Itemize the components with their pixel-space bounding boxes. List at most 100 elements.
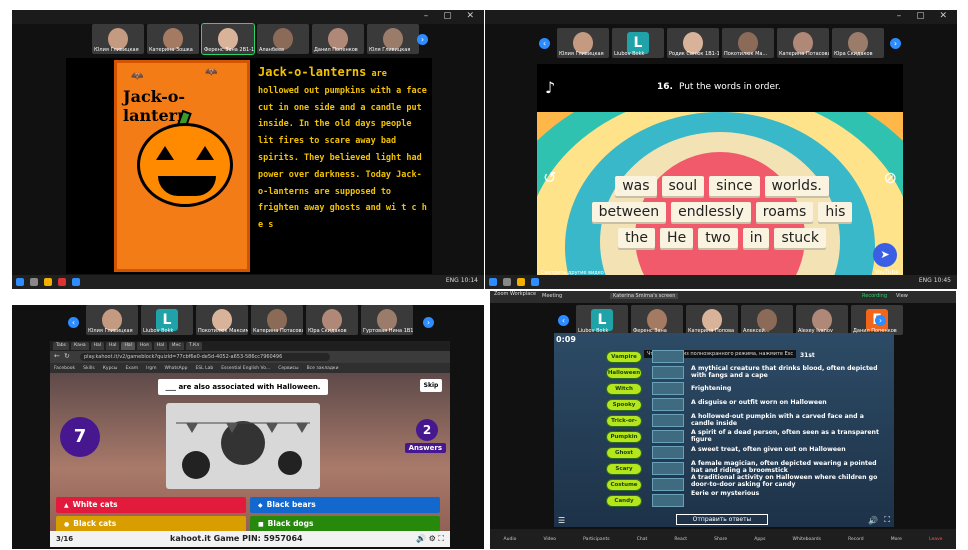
folder-icon[interactable] (44, 278, 52, 286)
participant-tile[interactable]: Родик Санюк 1В1-1... (667, 28, 719, 58)
participant-tile[interactable]: Катерина Зошка (147, 24, 199, 54)
search-icon[interactable] (503, 278, 511, 286)
draggable-word[interactable]: Vampire (606, 351, 642, 363)
drop-slot[interactable] (652, 366, 684, 379)
participant-tile[interactable]: Гуртовая Нина 1В1-1... (361, 305, 413, 335)
windows-start-icon[interactable] (489, 278, 497, 286)
footer-controls-icon[interactable]: 🔊 ⚙ ⛶ (416, 534, 444, 544)
menu-icon[interactable]: ☰ (558, 516, 565, 525)
reload-icon[interactable]: ↻ (64, 352, 70, 360)
view-menu[interactable]: View (896, 293, 908, 299)
participant-tile[interactable]: Юля Гливицкая (367, 24, 419, 54)
fullscreen-icon[interactable]: ⛶ (884, 515, 890, 525)
participant-tile[interactable]: Катерина Потасова (777, 28, 829, 58)
word-tile[interactable]: worlds. (764, 176, 829, 196)
participant-tile[interactable]: Юлия Гливицкая (92, 24, 144, 54)
zoom-icon[interactable] (72, 278, 80, 286)
browser-tab[interactable]: Наl (153, 342, 168, 350)
music-note-icon[interactable]: ♪ (545, 78, 555, 97)
prev-page-icon[interactable]: ‹ (68, 317, 79, 328)
draggable-word[interactable]: Trick-or-treat (606, 415, 642, 435)
drop-slot[interactable] (652, 414, 684, 427)
participant-tile[interactable]: Юлия Гливицкая (86, 305, 138, 335)
word-tile[interactable]: was (615, 176, 657, 196)
toolbar-button[interactable]: Chat (637, 537, 648, 542)
send-button[interactable]: ➤ (873, 243, 897, 267)
hide-icon[interactable]: ⊘ (884, 168, 897, 187)
browser-tab[interactable]: Наl (106, 342, 120, 350)
word-tile[interactable]: soul (661, 176, 705, 196)
next-page-icon[interactable]: › (423, 317, 434, 328)
drop-slot[interactable] (652, 382, 684, 395)
browser-tab[interactable]: Инс (169, 342, 184, 350)
next-page-icon[interactable]: › (890, 38, 901, 49)
answer-option[interactable]: ● Black cats (56, 516, 246, 532)
word-tile[interactable]: two (698, 228, 738, 248)
toolbar-button[interactable]: Video (543, 537, 556, 542)
answer-option[interactable]: ■ Black dogs (250, 516, 440, 532)
folder-icon[interactable] (517, 278, 525, 286)
bookmark-link[interactable]: Exam (125, 366, 138, 371)
draggable-word[interactable]: Ghost (606, 447, 642, 459)
window-controls[interactable]: – ▢ ✕ (897, 11, 953, 21)
participant-tile[interactable]: Ференс Зана (631, 305, 683, 335)
draggable-word[interactable]: Scary (606, 463, 642, 475)
participant-tile[interactable]: Аланбеев (257, 24, 309, 54)
toolbar-button[interactable]: Record (848, 537, 864, 542)
next-page-icon[interactable]: › (417, 34, 428, 45)
bookmark-link[interactable]: Essential English Vo... (221, 366, 270, 371)
url-field[interactable]: play.kahoot.it/v2/gameblock?quizId=77cbf… (80, 353, 330, 361)
drop-slot[interactable] (652, 462, 684, 475)
participant-tile[interactable]: Данил Попенков (312, 24, 364, 54)
bookmark-link[interactable]: WhatsApp (164, 366, 187, 371)
answer-option[interactable]: ◆ Black bears (250, 497, 440, 513)
toolbar-button[interactable]: Leave (929, 537, 942, 542)
next-page-icon[interactable]: › (875, 315, 886, 326)
drop-slot[interactable] (652, 398, 684, 411)
participant-tile[interactable]: Юра Скидаков (832, 28, 884, 58)
drop-slot[interactable] (652, 430, 684, 443)
draggable-word[interactable]: Spooky (606, 399, 642, 411)
participant-tile[interactable]: L Liubov Bokk (141, 305, 193, 335)
browser-tab[interactable]: Tabs (53, 342, 69, 350)
word-tile[interactable]: between (591, 202, 667, 222)
participant-tile[interactable]: Покотилюк Максим... (196, 305, 248, 335)
participant-tile[interactable]: Юра Скидаков (306, 305, 358, 335)
app-icon[interactable] (58, 278, 66, 286)
participant-tile[interactable]: Покотилюк Ма... (722, 28, 774, 58)
bookmark-link[interactable]: Skills (83, 366, 95, 371)
skip-button[interactable]: Skip (420, 379, 442, 392)
search-icon[interactable] (30, 278, 38, 286)
prev-page-icon[interactable]: ‹ (539, 38, 550, 49)
drop-slot[interactable] (652, 478, 684, 491)
window-controls[interactable]: – ▢ ✕ (424, 11, 480, 21)
draggable-word[interactable]: Costume (606, 479, 642, 491)
reset-icon[interactable]: ↺ (543, 168, 556, 187)
participant-tile[interactable]: L Liubov Bokk (612, 28, 664, 58)
bookmark-link[interactable]: Irgm (146, 366, 156, 371)
word-tile[interactable]: his (818, 202, 853, 222)
participant-tile[interactable]: Катерина Потасова (251, 305, 303, 335)
word-tile[interactable]: endlessly (671, 202, 751, 222)
participant-tile[interactable]: Катерина Попова (686, 305, 738, 335)
drop-slot[interactable] (652, 350, 684, 363)
participant-tile[interactable]: Юлия Гливицкая (557, 28, 609, 58)
toolbar-button[interactable]: Audio (504, 537, 517, 542)
word-tile[interactable]: stuck (774, 228, 826, 248)
bookmark-link[interactable]: Facebook (54, 366, 75, 371)
windows-start-icon[interactable] (16, 278, 24, 286)
toolbar-button[interactable]: Participants (583, 537, 609, 542)
toolbar-button[interactable]: More (891, 537, 902, 542)
answer-option[interactable]: ▲ White cats (56, 497, 246, 513)
draggable-word[interactable]: Witch (606, 383, 642, 395)
toolbar-button[interactable]: React (674, 537, 687, 542)
screen-share-tab[interactable]: Katerina Smirna's screen (610, 293, 679, 299)
draggable-word[interactable]: Halloween (606, 367, 642, 379)
word-tile[interactable]: the (618, 228, 656, 248)
browser-tab[interactable]: Т.Кл (185, 342, 203, 350)
prev-page-icon[interactable]: ‹ (558, 315, 569, 326)
toolbar-button[interactable]: Share (714, 537, 727, 542)
word-tile[interactable]: roams (755, 202, 814, 222)
zoom-icon[interactable] (531, 278, 539, 286)
draggable-word[interactable]: Candy (606, 495, 642, 507)
